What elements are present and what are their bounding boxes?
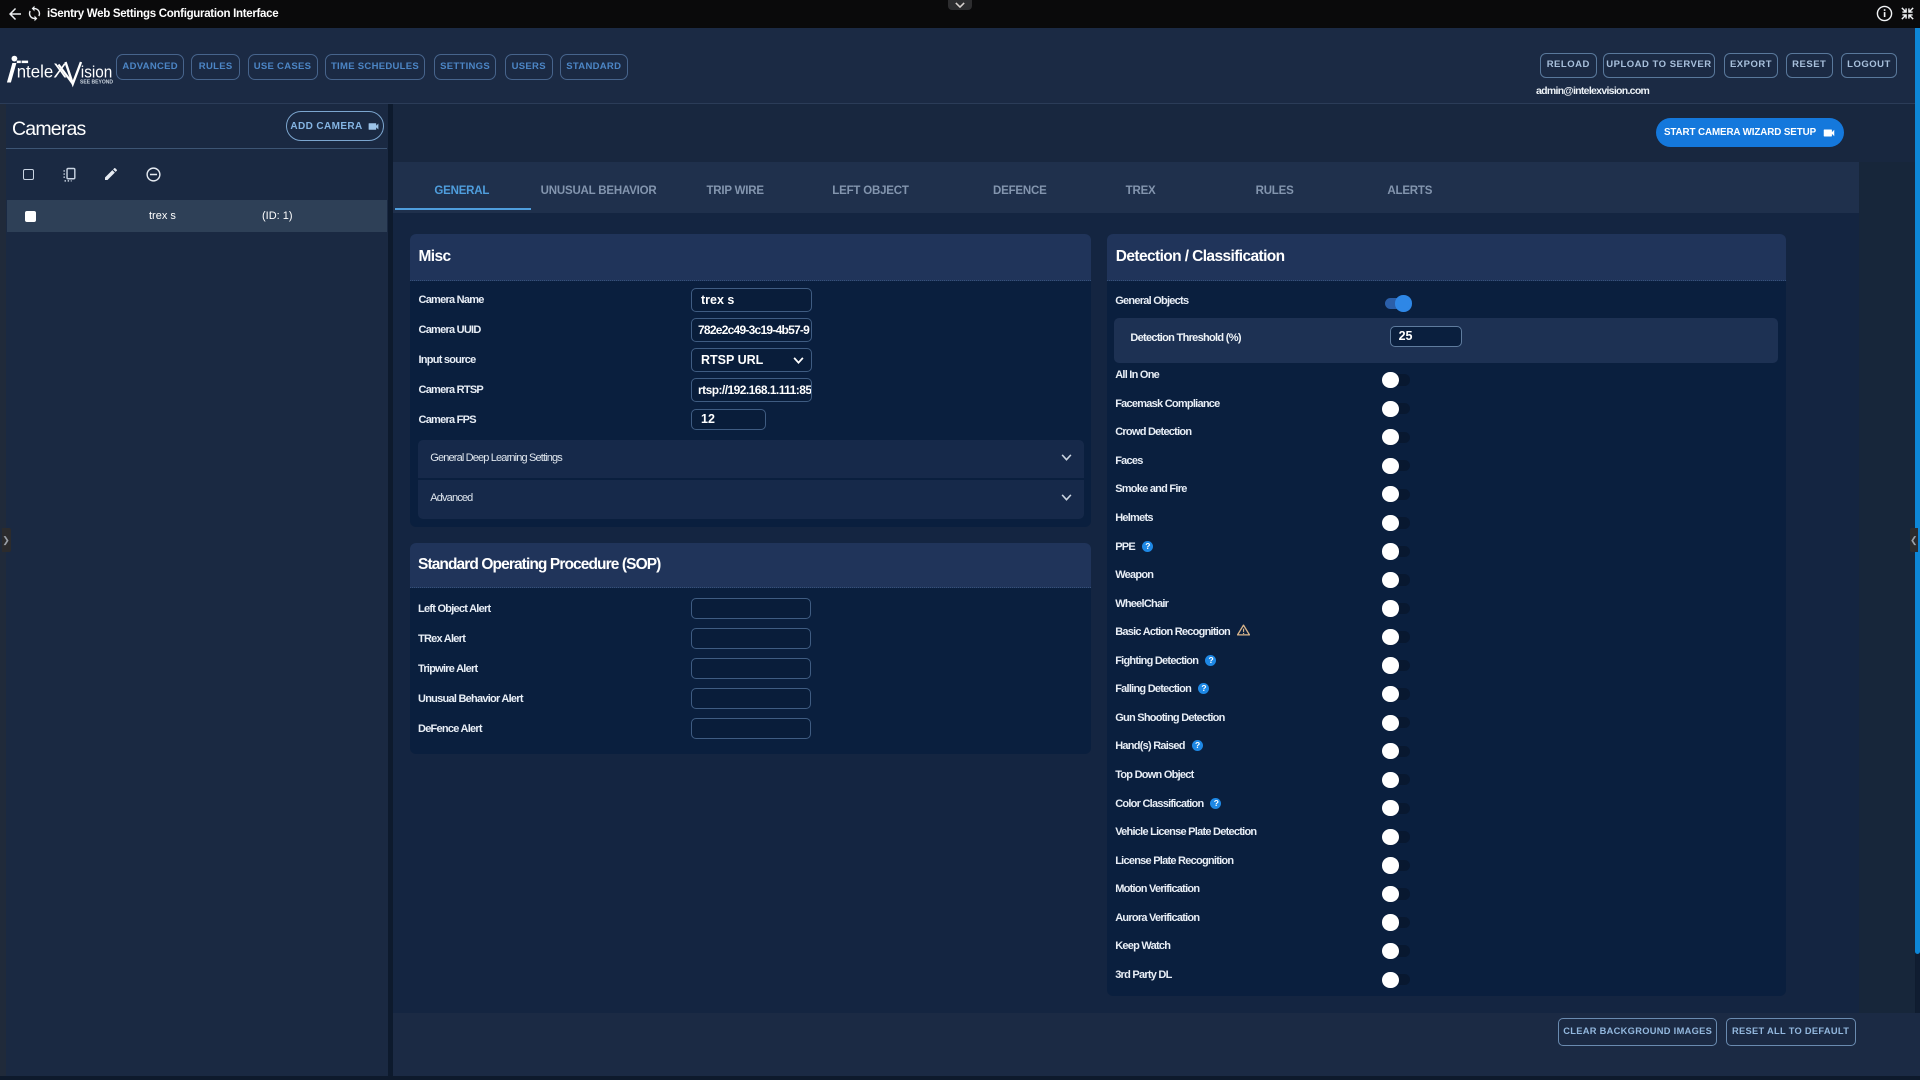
svg-text:SEE BEYOND: SEE BEYOND (80, 80, 113, 86)
svg-text:ntele: ntele (17, 62, 54, 82)
